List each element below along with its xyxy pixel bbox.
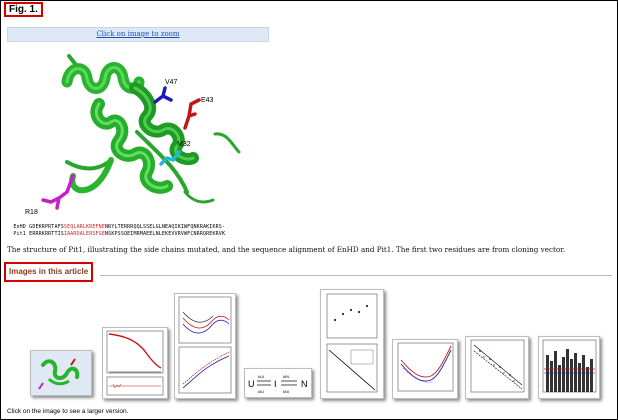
thumbnail-decay-plot[interactable] [102,327,168,399]
thumbnail-linear-fits-image [470,339,525,393]
images-footer-note: Click on the image to see a larger versi… [7,408,129,415]
thumbnail-structure-image [31,351,91,395]
scheme-i: I [274,379,277,389]
thumbnail-linear-fits[interactable] [465,336,529,399]
thumbnail-chevron-plots[interactable] [174,293,236,399]
thumbnail-chevron-plots-image [178,296,232,394]
sequence-segment: NSKPSSQEIMRMAEELNLEKEVVRVWFCNRRQREKRVK [105,231,226,237]
residue-label-v47: V47 [165,79,178,86]
scheme-k-in: kIN [283,374,289,379]
zoom-link[interactable]: Click on image to zoom [7,27,269,42]
sequence-name: Pit1 [13,231,26,237]
sequence-segment: ERRRKRRTTIS [29,231,64,237]
thumbnail-kinetic-scheme[interactable]: U I N kUI kIU kIN kNI [244,368,312,398]
thumbnail-structure[interactable] [30,350,92,396]
scheme-k-iu: kIU [258,389,264,394]
residue-label-r18: R18 [25,209,38,216]
figure-label: Fig. 1. [4,2,43,17]
scheme-n: N [301,379,308,389]
residue-label-m32: M32 [177,141,191,148]
thumbnail-rate-plot[interactable] [392,339,458,399]
thumbnail-stability-plots[interactable] [320,289,384,399]
scheme-k-ui: kUI [258,374,264,379]
sequence-row-pit1: Pit1 ERRRKRRTTISIAARDALERSFGENSKPSSQEIMR… [7,225,225,237]
images-section-title: Images in this article [4,262,94,282]
thumbnail-bar-chart[interactable] [538,336,600,399]
thumbnail-decay-plot-image [106,330,164,396]
figure-panel: Click on image to zoom V47 E43 M32 R18 [7,27,269,231]
scheme-k-ni: kNI [283,389,289,394]
thumbnail-kinetic-scheme-image: U I N kUI kIU kIN kNI [248,374,308,394]
section-divider [100,275,612,276]
thumbnail-bar-chart-image [542,339,597,393]
scheme-u: U [248,379,255,389]
figure-caption: The structure of Pit1, illustrating the … [7,245,566,254]
residue-label-e43: E43 [201,97,214,104]
thumbnail-stability-plots-image [326,293,378,393]
thumbnail-rate-plot-image [397,342,454,392]
protein-structure-image[interactable]: V47 E43 M32 R18 [7,42,269,231]
sequence-segment-highlight: IAARDALERSFGE [63,231,106,237]
